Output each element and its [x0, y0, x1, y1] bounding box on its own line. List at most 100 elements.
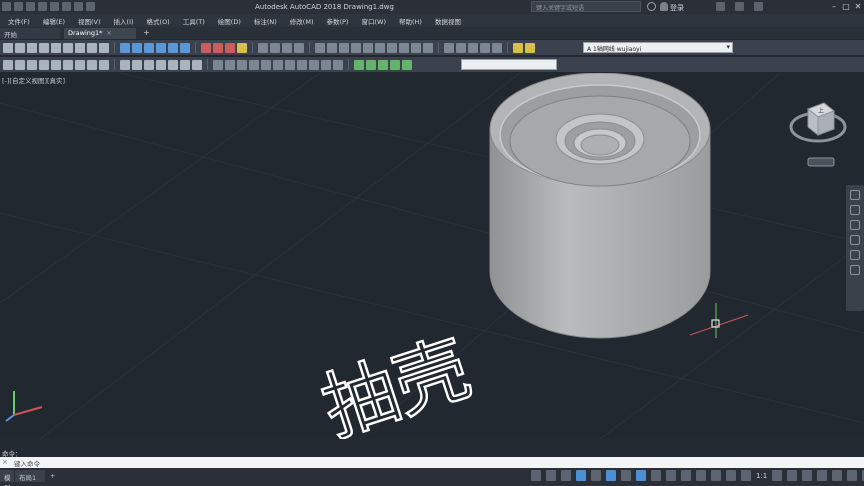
3d-align-icon[interactable] — [282, 42, 292, 53]
isolate-objects-icon[interactable] — [847, 470, 858, 481]
torus-icon[interactable] — [63, 42, 73, 53]
planar-surface-icon[interactable] — [87, 42, 97, 53]
loft-icon[interactable] — [168, 42, 178, 53]
menu-draw[interactable]: 绘图(D) — [218, 16, 241, 26]
selection-cycling-icon[interactable] — [696, 470, 706, 481]
color-edges-icon[interactable] — [132, 59, 142, 70]
delete-faces-icon[interactable] — [51, 59, 61, 70]
lightbulb-icon[interactable] — [525, 42, 535, 53]
search-icon[interactable] — [647, 2, 656, 11]
diameter-icon[interactable] — [285, 59, 295, 70]
annotation-visibility-icon[interactable] — [726, 470, 736, 481]
otrack-icon[interactable] — [651, 470, 661, 481]
command-input[interactable]: 键入命令 — [0, 457, 864, 468]
3d-osnap-icon[interactable] — [636, 470, 646, 481]
steering-wheel-icon[interactable] — [850, 190, 860, 200]
redo-icon[interactable] — [86, 2, 95, 11]
view-top-icon[interactable] — [315, 42, 325, 53]
lineweight-icon[interactable] — [666, 470, 676, 481]
ortho-icon[interactable] — [576, 470, 586, 481]
lock-ui-icon[interactable] — [832, 470, 843, 481]
close-icon[interactable]: × — [106, 29, 111, 37]
extrude-icon[interactable] — [120, 42, 130, 53]
polysolid-icon[interactable] — [99, 42, 109, 53]
shell-icon[interactable] — [180, 59, 190, 70]
menu-window[interactable]: 窗口(W) — [361, 16, 386, 26]
help-icon[interactable] — [754, 2, 763, 11]
viewport-controls-label[interactable]: [-][自定义视图][真实] — [2, 75, 65, 85]
print-icon[interactable] — [62, 2, 71, 11]
grid-icon[interactable] — [546, 470, 556, 481]
rotate-faces-icon[interactable] — [63, 59, 73, 70]
union-icon[interactable] — [201, 42, 211, 53]
view-bottom-icon[interactable] — [327, 42, 337, 53]
copy-faces-icon[interactable] — [87, 59, 97, 70]
ucs-face-icon[interactable] — [480, 42, 490, 53]
exchange-icon[interactable] — [735, 2, 744, 11]
move-faces-icon[interactable] — [27, 59, 37, 70]
view-se-iso-icon[interactable] — [399, 42, 409, 53]
maximize-icon[interactable]: ▢ — [840, 0, 852, 14]
showmotion-icon[interactable] — [850, 250, 860, 260]
menu-modify[interactable]: 修改(M) — [290, 16, 314, 26]
menu-help[interactable]: 帮助(H) — [399, 16, 422, 26]
orbit-icon[interactable] — [850, 235, 860, 245]
ucs-object-icon[interactable] — [492, 42, 502, 53]
subtract-icon[interactable] — [213, 42, 223, 53]
units-icon[interactable] — [802, 470, 813, 481]
wedge-icon[interactable] — [15, 42, 25, 53]
ordinate-icon[interactable] — [249, 59, 259, 70]
drawing-viewport[interactable]: 抽壳 [-][自定义视图][真实] 上 — [0, 73, 864, 439]
polar-icon[interactable] — [591, 470, 601, 481]
radius-icon[interactable] — [261, 59, 271, 70]
new-file-icon[interactable] — [14, 2, 23, 11]
clean-icon[interactable] — [156, 59, 166, 70]
model-space-icon[interactable] — [531, 470, 541, 481]
app-menu-icon[interactable] — [2, 2, 11, 11]
annotation-scale[interactable]: 1:1 — [756, 472, 767, 480]
view-right-icon[interactable] — [351, 42, 361, 53]
search-input[interactable]: 键入关键字或短语 — [531, 1, 641, 12]
isodraft-icon[interactable] — [606, 470, 616, 481]
layer-properties-icon[interactable] — [513, 42, 523, 53]
box-icon[interactable] — [3, 42, 13, 53]
sweep-icon[interactable] — [144, 42, 154, 53]
intersect-icon[interactable] — [225, 42, 235, 53]
menu-file[interactable]: 文件(F) — [8, 16, 30, 26]
3d-move-icon[interactable] — [258, 42, 268, 53]
copy-edges-icon[interactable] — [120, 59, 130, 70]
open-folder-icon[interactable] — [26, 2, 35, 11]
view-nw-iso-icon[interactable] — [423, 42, 433, 53]
tab-layout1[interactable]: 布局1 — [15, 470, 45, 482]
ucs-world-icon[interactable] — [456, 42, 466, 53]
visual-style-icon[interactable] — [354, 59, 364, 70]
view-front-icon[interactable] — [363, 42, 373, 53]
osnap-icon[interactable] — [621, 470, 631, 481]
menu-format[interactable]: 格式(O) — [147, 16, 170, 26]
color-faces-icon[interactable] — [99, 59, 109, 70]
tab-model[interactable]: 模型 — [0, 470, 14, 486]
wireframe-icon[interactable] — [402, 59, 412, 70]
separate-icon[interactable] — [168, 59, 178, 70]
close-icon[interactable]: × — [2, 458, 8, 466]
cylinder-icon[interactable] — [51, 42, 61, 53]
style-dropdown[interactable] — [461, 59, 557, 70]
realistic-icon[interactable] — [378, 59, 388, 70]
taper-faces-icon[interactable] — [75, 59, 85, 70]
menu-dimension[interactable]: 标注(N) — [254, 16, 277, 26]
gear-icon[interactable] — [772, 470, 783, 481]
wcs-menu-icon[interactable] — [807, 157, 835, 167]
extrude-faces-icon[interactable] — [15, 59, 25, 70]
user-icon[interactable] — [660, 2, 668, 11]
zoom-icon[interactable] — [850, 220, 860, 230]
gizmo-icon[interactable] — [711, 470, 721, 481]
transparency-icon[interactable] — [681, 470, 691, 481]
shaded-icon[interactable] — [366, 59, 376, 70]
undo-icon[interactable] — [74, 2, 83, 11]
new-tab-button[interactable]: + — [141, 28, 152, 39]
jogged-icon[interactable] — [273, 59, 283, 70]
view-ne-iso-icon[interactable] — [411, 42, 421, 53]
conceptual-icon[interactable] — [390, 59, 400, 70]
aligned-dim-icon[interactable] — [225, 59, 235, 70]
pan-icon[interactable] — [850, 205, 860, 215]
